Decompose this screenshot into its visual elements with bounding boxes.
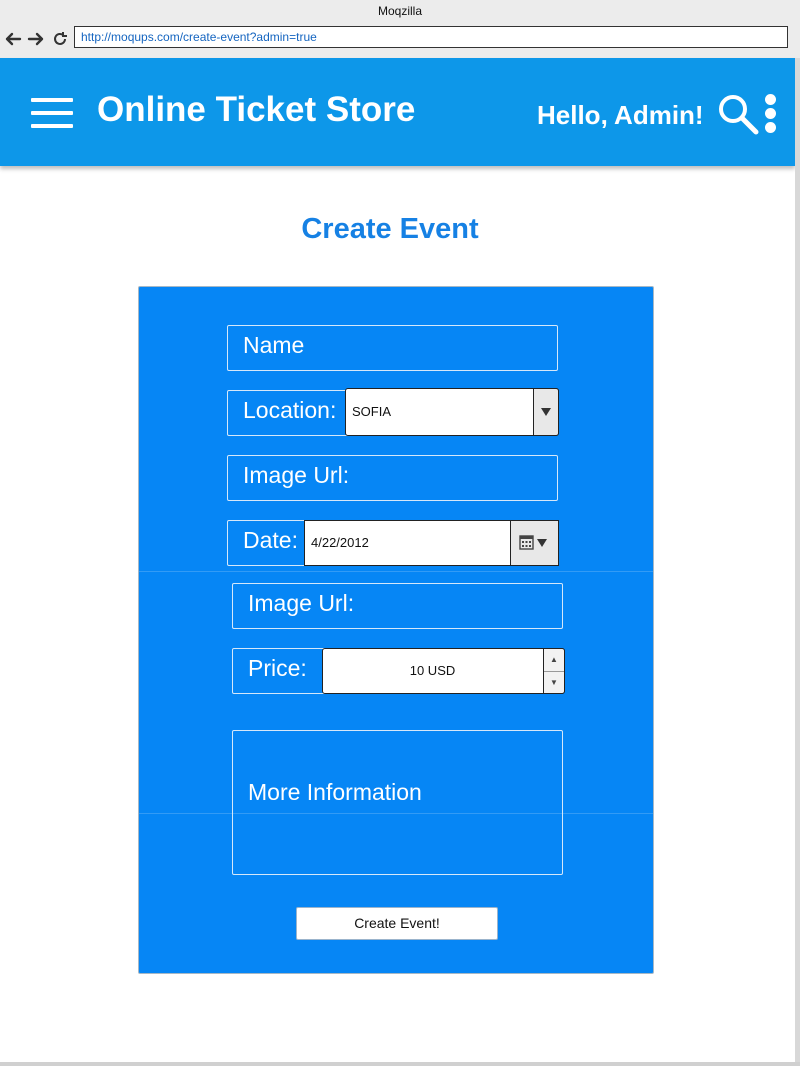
create-event-button[interactable]: Create Event! (296, 907, 498, 940)
back-arrow-icon[interactable] (4, 30, 22, 48)
spinner-down-icon[interactable]: ▼ (544, 671, 564, 693)
date-value: 4/22/2012 (311, 535, 369, 550)
name-label: Name (243, 332, 305, 358)
menu-icon[interactable] (31, 98, 73, 130)
reload-icon[interactable] (51, 30, 69, 48)
app-title: Online Ticket Store (97, 90, 416, 129)
more-information-textarea[interactable]: More Information (232, 730, 563, 875)
address-bar[interactable]: http://moqups.com/create-event?admin=tru… (74, 26, 788, 48)
price-label: Price: (248, 655, 307, 681)
price-value: 10 USD (409, 663, 456, 678)
image-url-field[interactable]: Image Url: (227, 455, 558, 501)
window-edge-bottom (0, 1062, 800, 1066)
forward-arrow-icon[interactable] (27, 30, 45, 48)
location-value: SOFIA (352, 404, 392, 419)
location-field: Location: SOFIA (227, 388, 559, 436)
image-url-label-2: Image Url: (248, 590, 355, 616)
price-stepper[interactable]: 10 USD ▲ ▼ (322, 648, 565, 694)
more-information-label: More Information (248, 779, 422, 805)
search-icon[interactable] (716, 92, 760, 136)
create-event-form: Name Location: SOFIA Image Url: Date: 4/… (138, 286, 654, 974)
name-field[interactable]: Name (227, 325, 558, 371)
image-url-field-2[interactable]: Image Url: (232, 583, 563, 629)
page-title: Create Event (301, 213, 479, 245)
chevron-down-icon[interactable] (533, 388, 559, 436)
browser-toolbar: http://moqups.com/create-event?admin=tru… (0, 22, 800, 58)
app-header: Online Ticket Store Hello, Admin! (0, 58, 795, 166)
calendar-icon[interactable] (510, 520, 559, 566)
location-select[interactable]: SOFIA (345, 388, 559, 436)
price-spinner[interactable]: ▲ ▼ (543, 648, 565, 694)
date-field: Date: 4/22/2012 (227, 520, 559, 566)
window-edge (795, 58, 800, 1066)
image-url-label: Image Url: (243, 462, 350, 488)
user-greeting: Hello, Admin! (537, 100, 704, 130)
location-label: Location: (243, 397, 337, 423)
window-title: Moqzilla (0, 0, 800, 22)
date-label: Date: (243, 527, 298, 553)
date-picker[interactable]: 4/22/2012 (304, 520, 559, 566)
price-field: Price: 10 USD ▲ ▼ (232, 648, 565, 694)
more-vertical-icon[interactable] (764, 94, 778, 134)
spinner-up-icon[interactable]: ▲ (544, 649, 564, 672)
panel-seam (139, 571, 653, 572)
